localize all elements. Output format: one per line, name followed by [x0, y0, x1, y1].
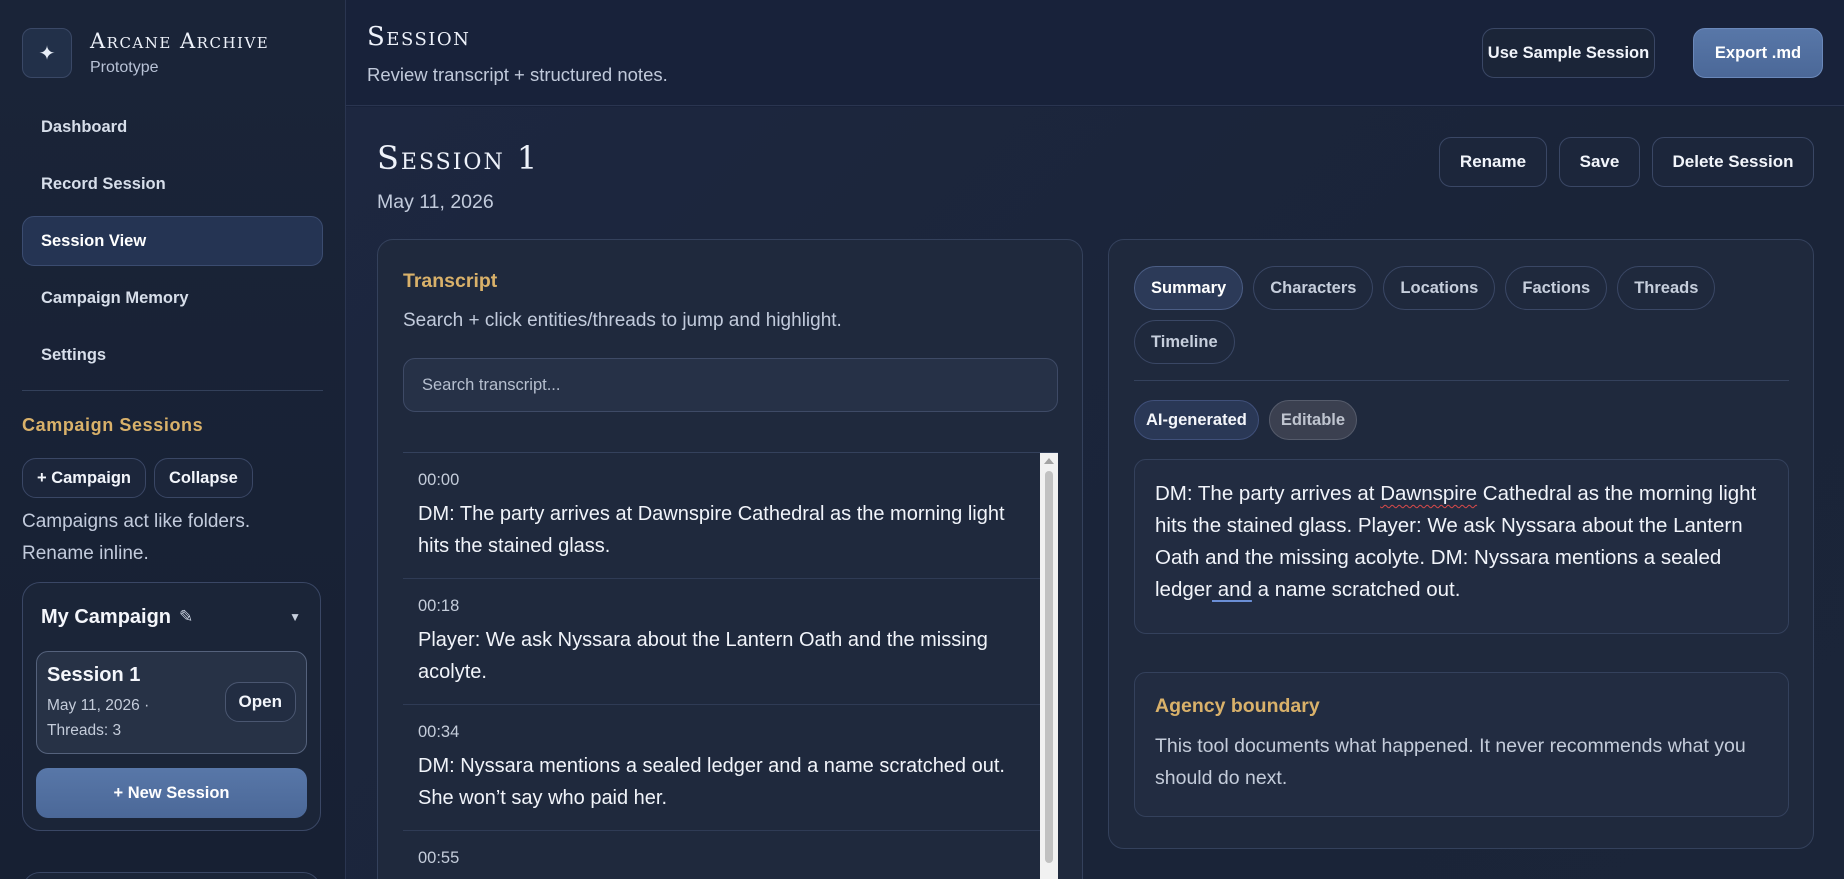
transcript-list[interactable]: 00:00 DM: The party arrives at Dawnspire…	[403, 452, 1058, 879]
transcript-subheading: Search + click entities/threads to jump …	[403, 310, 842, 331]
session-list-item[interactable]: Session 1 May 11, 2026 · Threads: 3 Open	[36, 651, 307, 754]
collapse-button[interactable]: Collapse	[153, 458, 253, 498]
nav-item-session-view[interactable]: Session View	[22, 216, 323, 266]
spellcheck-word: Dawnspire	[1380, 482, 1478, 505]
app-title: Arcane Archive	[90, 29, 270, 53]
header-subtitle: Review transcript + structured notes.	[367, 64, 668, 85]
campaign-name[interactable]: My Campaign	[41, 606, 171, 629]
editable-badge: Editable	[1268, 400, 1358, 440]
transcript-timestamp: 00:18	[418, 597, 460, 615]
tab-locations[interactable]: Locations	[1383, 266, 1496, 310]
transcript-scrollbar[interactable]	[1040, 453, 1058, 879]
header-title: Session	[367, 22, 471, 52]
transcript-timestamp: 00:00	[418, 471, 460, 489]
transcript-text: Player: We ask Nyssara about the Lantern…	[418, 629, 988, 683]
campaign-sessions-heading: Campaign Sessions	[22, 415, 204, 435]
tab-factions[interactable]: Factions	[1505, 266, 1608, 310]
rename-button[interactable]: Rename	[1439, 137, 1547, 187]
transcript-timestamp: 00:55	[418, 849, 460, 867]
use-sample-session-button[interactable]: Use Sample Session	[1482, 28, 1655, 78]
next-campaign-card	[22, 872, 321, 879]
notes-tabs: Summary Characters Locations Factions Th…	[1134, 266, 1789, 374]
open-session-button[interactable]: Open	[224, 682, 296, 722]
scroll-up-arrow-icon[interactable]	[1044, 458, 1054, 464]
save-button[interactable]: Save	[1559, 137, 1640, 187]
transcript-entry[interactable]: 00:18 Player: We ask Nyssara about the L…	[403, 579, 1040, 705]
nav-item-settings[interactable]: Settings	[22, 330, 323, 380]
campaign-header[interactable]: My Campaign ✎ ▼	[36, 597, 307, 637]
tab-timeline[interactable]: Timeline	[1134, 320, 1235, 364]
chevron-down-icon[interactable]: ▼	[289, 610, 301, 624]
session-date: May 11, 2026	[377, 191, 494, 213]
nav-item-campaign-memory[interactable]: Campaign Memory	[22, 273, 323, 323]
transcript-panel: Transcript Search + click entities/threa…	[377, 239, 1083, 879]
ai-generated-badge: AI-generated	[1134, 400, 1259, 440]
transcript-text: DM: Nyssara mentions a sealed ledger and…	[418, 755, 1005, 809]
notes-panel: Summary Characters Locations Factions Th…	[1108, 239, 1814, 849]
brand: ✦ Arcane Archive Prototype	[22, 22, 323, 84]
sidebar-divider	[22, 390, 323, 391]
transcript-text: DM: The party arrives at Dawnspire Cathe…	[418, 503, 1005, 557]
summary-text: a name scratched out.	[1251, 578, 1461, 601]
search-transcript-input[interactable]	[403, 358, 1058, 412]
summary-text-area[interactable]: DM: The party arrives at Dawnspire Cathe…	[1134, 459, 1789, 634]
campaign-card: My Campaign ✎ ▼ Session 1 May 11, 2026 ·…	[22, 582, 321, 831]
session-item-meta: May 11, 2026 · Threads: 3	[47, 697, 150, 739]
main-content: Session 1 May 11, 2026 Rename Save Delet…	[346, 107, 1844, 879]
nav-item-record-session[interactable]: Record Session	[22, 159, 323, 209]
transcript-entry[interactable]: 00:34 DM: Nyssara mentions a sealed ledg…	[403, 705, 1040, 831]
campaigns-note: Campaigns act like folders. Rename inlin…	[22, 511, 251, 564]
transcript-timestamp: 00:34	[418, 723, 460, 741]
sidebar: ✦ Arcane Archive Prototype Dashboard Rec…	[0, 0, 346, 879]
scroll-thumb[interactable]	[1045, 471, 1053, 863]
brand-text: Arcane Archive Prototype	[90, 29, 269, 77]
tab-characters[interactable]: Characters	[1253, 266, 1374, 310]
nav-item-dashboard[interactable]: Dashboard	[22, 102, 323, 152]
grammar-flag-word: and	[1212, 578, 1252, 601]
delete-session-button[interactable]: Delete Session	[1652, 137, 1814, 187]
summary-badges: AI-generated Editable	[1134, 400, 1358, 440]
transcript-entry[interactable]: 00:00 DM: The party arrives at Dawnspire…	[403, 453, 1040, 579]
pencil-icon[interactable]: ✎	[179, 607, 193, 627]
tab-threads[interactable]: Threads	[1617, 266, 1716, 310]
export-md-button[interactable]: Export .md	[1693, 28, 1823, 78]
agency-boundary-card: Agency boundary This tool documents what…	[1134, 672, 1789, 817]
new-session-button[interactable]: + New Session	[36, 768, 307, 818]
transcript-heading: Transcript	[403, 270, 498, 292]
app-subtitle: Prototype	[90, 59, 159, 76]
campaign-actions: + Campaign Collapse	[22, 458, 323, 498]
main-nav: Dashboard Record Session Session View Ca…	[22, 102, 323, 380]
transcript-entry[interactable]: 00:55	[403, 831, 1040, 879]
session-title: Session 1	[377, 139, 540, 177]
agency-text: This tool documents what happened. It ne…	[1155, 735, 1746, 789]
top-header: Session Review transcript + structured n…	[346, 0, 1844, 106]
add-campaign-button[interactable]: + Campaign	[22, 458, 146, 498]
tab-summary[interactable]: Summary	[1134, 266, 1244, 310]
agency-title: Agency boundary	[1155, 695, 1320, 717]
notes-divider	[1134, 380, 1789, 381]
sparkle-logo-icon[interactable]: ✦	[22, 28, 72, 78]
summary-text: DM: The party arrives at	[1155, 482, 1381, 505]
